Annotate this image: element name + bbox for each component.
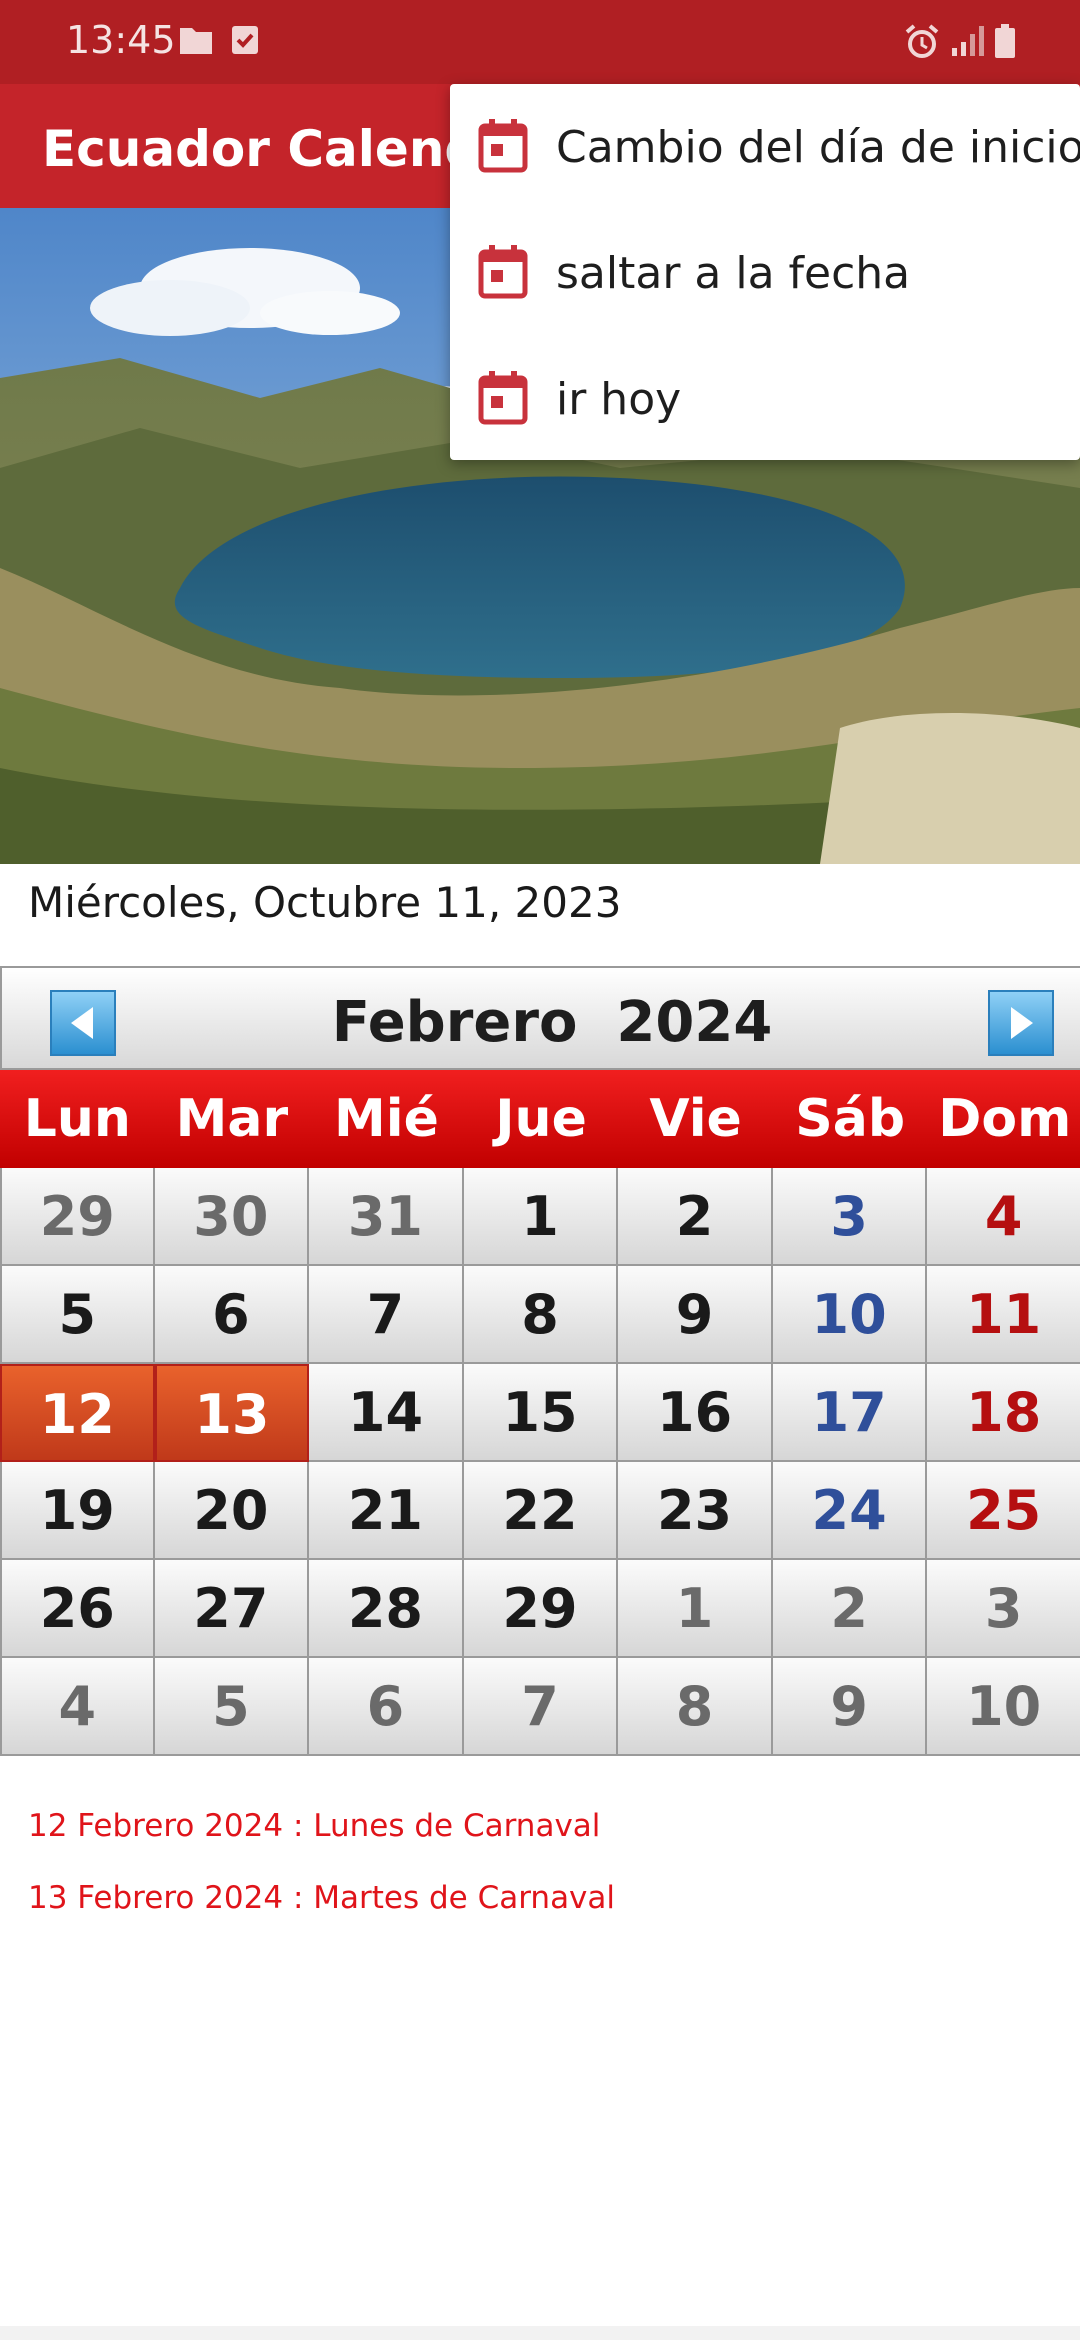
calendar-day[interactable]: 16	[618, 1364, 773, 1462]
battery-icon	[994, 24, 1016, 63]
menu-item-label: ir hoy	[556, 374, 682, 425]
calendar-day[interactable]: 29	[0, 1168, 155, 1266]
weekday-label: Sáb	[795, 1089, 906, 1149]
calendar-day[interactable]: 3	[772, 1168, 928, 1266]
calendar-day[interactable]: 8	[618, 1658, 773, 1756]
calendar-day[interactable]: 14	[309, 1364, 464, 1462]
calendar-day[interactable]: 5	[154, 1658, 310, 1756]
calendar-day[interactable]: 20	[154, 1462, 310, 1560]
menu-item-change-start-day[interactable]: Cambio del día de inicio	[450, 84, 1080, 210]
calendar-day[interactable]: 31	[309, 1168, 464, 1266]
calendar-day[interactable]: 27	[154, 1560, 310, 1658]
signal-icon	[950, 24, 986, 63]
status-time: 13:45	[66, 18, 176, 62]
right-arrow-icon	[1011, 1007, 1033, 1039]
calendar-day[interactable]: 26	[0, 1560, 155, 1658]
calendar-day[interactable]: 6	[309, 1658, 464, 1756]
calendar-day[interactable]: 23	[618, 1462, 773, 1560]
calendar-day[interactable]: 10	[927, 1658, 1080, 1756]
calendar-day[interactable]: 15	[463, 1364, 619, 1462]
holiday-item: 13 Febrero 2024 : Martes de Carnaval	[28, 1880, 616, 1916]
status-bar: 13:45	[0, 0, 1080, 84]
calendar-day[interactable]: 28	[309, 1560, 464, 1658]
current-date: Miércoles, Octubre 11, 2023	[28, 878, 622, 927]
calendar-day[interactable]: 4	[0, 1658, 155, 1756]
holiday-list: 12 Febrero 2024 : Lunes de Carnaval 13 F…	[28, 1808, 615, 1952]
weekday-label: Lun	[23, 1089, 131, 1149]
weekday-label: Mié	[334, 1089, 439, 1149]
weekday-label: Jue	[495, 1089, 587, 1149]
folder-icon	[178, 24, 214, 61]
calendar-week-row: 19 20 21 22 23 24 25	[0, 1462, 1080, 1560]
calendar-day[interactable]: 2	[618, 1168, 773, 1266]
calendar-week-row: 29 30 31 1 2 3 4	[0, 1168, 1080, 1266]
calendar-day[interactable]: 7	[463, 1658, 619, 1756]
calendar-day[interactable]: 1	[463, 1168, 619, 1266]
calendar-day-holiday[interactable]: 13	[154, 1364, 310, 1462]
calendar-week-row: 5 6 7 8 9 10 11	[0, 1266, 1080, 1364]
calendar-week-row: 4 5 6 7 8 9 10	[0, 1658, 1080, 1756]
calendar-day[interactable]: 2	[772, 1560, 928, 1658]
menu-item-label: Cambio del día de inicio	[556, 122, 1080, 173]
calendar-icon	[478, 370, 528, 431]
calendar-day[interactable]: 29	[463, 1560, 619, 1658]
weekday-header-row: Lun Mar Mié Jue Vie Sáb Dom	[0, 1070, 1080, 1168]
calendar-week-row: 26 27 28 29 1 2 3	[0, 1560, 1080, 1658]
calendar-header: Febrero 2024	[0, 966, 1080, 1070]
calendar-day[interactable]: 8	[463, 1266, 619, 1364]
next-month-button[interactable]	[988, 990, 1054, 1056]
calendar-day[interactable]: 6	[154, 1266, 310, 1364]
calendar-day[interactable]: 21	[309, 1462, 464, 1560]
menu-item-go-today[interactable]: ir hoy	[450, 336, 1080, 462]
calendar: Febrero 2024 Lun Mar Mié Jue Vie Sáb Dom…	[0, 966, 1080, 1756]
overflow-menu: Cambio del día de inicio saltar a la fec…	[450, 84, 1080, 460]
month-title: Febrero 2024	[331, 990, 773, 1055]
calendar-day[interactable]: 10	[772, 1266, 928, 1364]
calendar-day[interactable]: 1	[618, 1560, 773, 1658]
calendar-day[interactable]: 17	[772, 1364, 928, 1462]
calendar-day[interactable]: 9	[772, 1658, 928, 1756]
weekday-label: Vie	[649, 1089, 742, 1149]
calendar-day[interactable]: 3	[927, 1560, 1080, 1658]
menu-item-label: saltar a la fecha	[556, 248, 911, 299]
calendar-day[interactable]: 18	[927, 1364, 1080, 1462]
checkbox-icon	[230, 24, 260, 61]
calendar-day[interactable]: 25	[927, 1462, 1080, 1560]
calendar-icon	[478, 244, 528, 305]
weekday-label: Mar	[175, 1089, 289, 1149]
holiday-item: 12 Febrero 2024 : Lunes de Carnaval	[28, 1808, 601, 1844]
calendar-week-row: 12 13 14 15 16 17 18	[0, 1364, 1080, 1462]
calendar-day[interactable]: 22	[463, 1462, 619, 1560]
alarm-icon	[904, 24, 940, 65]
calendar-day[interactable]: 30	[154, 1168, 310, 1266]
calendar-day[interactable]: 11	[927, 1266, 1080, 1364]
calendar-day[interactable]: 5	[0, 1266, 155, 1364]
calendar-day[interactable]: 9	[618, 1266, 773, 1364]
calendar-day[interactable]: 24	[772, 1462, 928, 1560]
calendar-day[interactable]: 4	[927, 1168, 1080, 1266]
weekday-label: Dom	[938, 1089, 1072, 1149]
calendar-day[interactable]: 19	[0, 1462, 155, 1560]
calendar-icon	[478, 118, 528, 179]
calendar-day[interactable]: 7	[309, 1266, 464, 1364]
menu-item-jump-to-date[interactable]: saltar a la fecha	[450, 210, 1080, 336]
calendar-day-holiday[interactable]: 12	[0, 1364, 155, 1462]
navigation-bar	[0, 2326, 1080, 2340]
